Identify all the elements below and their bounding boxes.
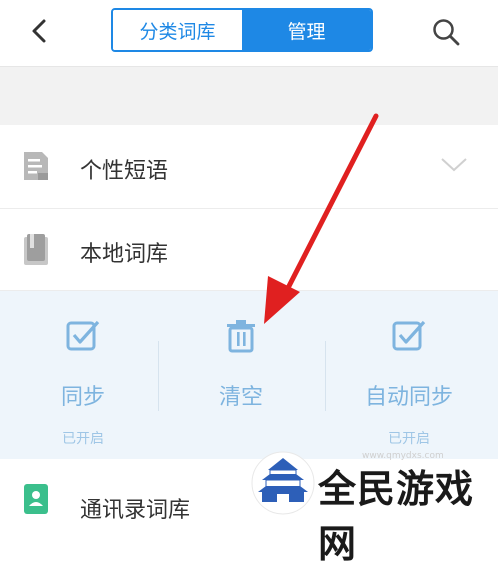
auto-sync-action[interactable]: 自动同步 已开启 (325, 291, 493, 459)
phrase-icon (24, 152, 48, 180)
checkbox-icon (66, 320, 100, 351)
book-icon (24, 234, 48, 265)
segmented-control: 分类词库 管理 (111, 8, 373, 52)
auto-sync-status: 已开启 (388, 431, 430, 447)
sync-status: 已开启 (62, 431, 104, 447)
back-button[interactable] (22, 14, 56, 48)
local-dict-actions-panel: 同步 已开启 清空 自动同步 已开启 (0, 291, 498, 459)
clear-action[interactable]: 清空 (158, 291, 324, 459)
auto-sync-label: 自动同步 (364, 385, 453, 410)
chevron-left-icon (32, 19, 46, 43)
section-spacer (0, 67, 498, 125)
top-bar: 分类词库 管理 (0, 0, 498, 67)
watermark-url: www.qmydxs.com (362, 451, 444, 461)
search-button[interactable] (428, 14, 464, 50)
list-item-label: 通讯录词库 (80, 498, 191, 523)
search-icon (433, 19, 460, 46)
list-item-local-dict[interactable]: 本地词库 (0, 209, 498, 291)
tab-category-dict[interactable]: 分类词库 (113, 10, 242, 50)
list-item-label: 本地词库 (80, 242, 169, 267)
watermark-text: 全民游戏网 (318, 466, 475, 566)
list-item-label: 个性短语 (80, 159, 169, 184)
contacts-icon (24, 484, 48, 514)
pagoda-icon (251, 451, 315, 515)
checkbox-icon (392, 320, 426, 351)
trash-icon (227, 320, 255, 353)
tab-manage[interactable]: 管理 (242, 10, 371, 50)
sync-action[interactable]: 同步 已开启 (0, 291, 166, 459)
sync-label: 同步 (60, 385, 105, 410)
chevron-down-icon[interactable] (440, 157, 468, 173)
list-item-phrases[interactable]: 个性短语 (0, 125, 498, 209)
clear-label: 清空 (218, 385, 263, 410)
